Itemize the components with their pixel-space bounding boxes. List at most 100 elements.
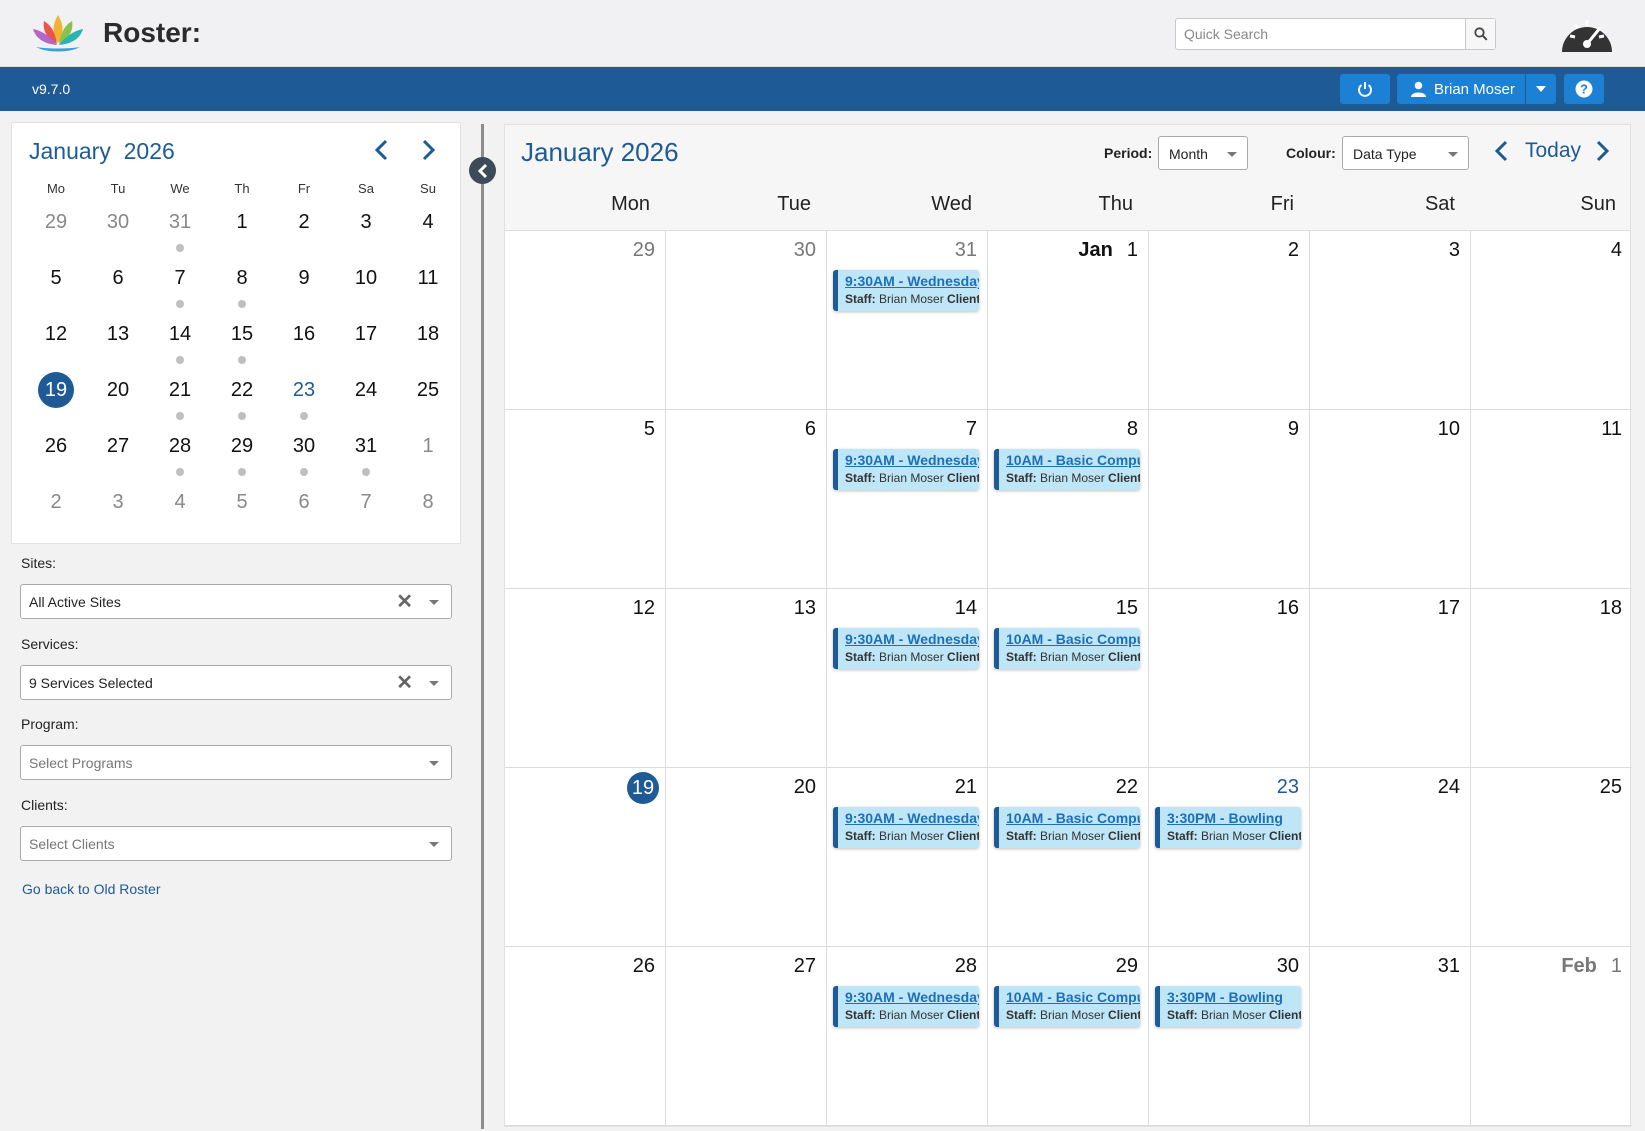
old-roster-link[interactable]: Go back to Old Roster [22, 881, 161, 897]
mini-day-cell[interactable]: 8 [217, 258, 267, 298]
mini-day-cell[interactable]: 11 [403, 258, 453, 298]
mini-day-cell[interactable]: 4 [155, 482, 205, 522]
mini-prev-month-icon[interactable] [374, 139, 388, 161]
day-cell[interactable]: 21 9:30AM - Wednesday Group Staff: Brian M… [827, 768, 988, 947]
mini-day-cell[interactable]: 31 [341, 426, 391, 466]
mini-day-cell[interactable]: 24 [341, 370, 391, 410]
day-cell[interactable]: 7 9:30AM - Wednesday Group Staff: Brian Mo… [827, 410, 988, 589]
mini-day-cell[interactable]: 8 [403, 482, 453, 522]
mini-day-cell[interactable]: 13 [93, 314, 143, 354]
event-title[interactable]: 9:30AM - Wednesday Group [845, 273, 979, 289]
day-cell[interactable]: 18 [1471, 589, 1632, 768]
roster-event[interactable]: 10AM - Basic Computers Staff: Brian Moser… [994, 807, 1140, 848]
mini-day-cell[interactable]: 19 [31, 370, 81, 410]
event-title[interactable]: 9:30AM - Wednesday Group [845, 989, 979, 1005]
clear-services-icon[interactable]: ✕ [396, 673, 413, 693]
mini-day-cell[interactable]: 25 [403, 370, 453, 410]
event-title[interactable]: 10AM - Basic Computers [1006, 810, 1140, 826]
day-cell[interactable]: 16 [1149, 589, 1310, 768]
event-title[interactable]: 9:30AM - Wednesday Group [845, 452, 979, 468]
mini-day-cell[interactable]: 30 [279, 426, 329, 466]
mini-day-cell[interactable]: 23 [279, 370, 329, 410]
day-cell[interactable]: 25 [1471, 768, 1632, 947]
mini-day-cell[interactable]: 5 [217, 482, 267, 522]
mini-day-cell[interactable]: 15 [217, 314, 267, 354]
mini-day-cell[interactable]: 2 [31, 482, 81, 522]
roster-event[interactable]: 9:30AM - Wednesday Group Staff: Brian Mos… [833, 807, 979, 848]
next-month-icon[interactable] [1595, 139, 1611, 163]
event-title[interactable]: 3:30PM - Bowling [1167, 989, 1301, 1005]
period-select[interactable]: Month [1158, 136, 1248, 170]
day-cell[interactable]: 29 10AM - Basic Computers Staff: Brian Mos… [988, 947, 1149, 1126]
day-cell[interactable]: 29 [505, 231, 666, 410]
mini-day-cell[interactable]: 6 [93, 258, 143, 298]
mini-day-cell[interactable]: 20 [93, 370, 143, 410]
mini-day-cell[interactable]: 22 [217, 370, 267, 410]
mini-day-cell[interactable]: 12 [31, 314, 81, 354]
mini-day-cell[interactable]: 16 [279, 314, 329, 354]
clients-select[interactable]: Select Clients [20, 826, 452, 861]
roster-event[interactable]: 9:30AM - Wednesday Group Staff: Brian Mos… [833, 628, 979, 669]
clear-sites-icon[interactable]: ✕ [396, 592, 413, 612]
day-cell[interactable]: 10 [1310, 410, 1471, 589]
mini-day-cell[interactable]: 6 [279, 482, 329, 522]
mini-day-cell[interactable]: 26 [31, 426, 81, 466]
search-button[interactable] [1465, 19, 1495, 49]
day-cell[interactable]: 24 [1310, 768, 1471, 947]
day-cell[interactable]: 4 [1471, 231, 1632, 410]
roster-event[interactable]: 10AM - Basic Computers Staff: Brian Moser… [994, 449, 1140, 490]
sidebar-divider[interactable] [481, 124, 484, 1129]
mini-next-month-icon[interactable] [422, 139, 436, 161]
event-title[interactable]: 10AM - Basic Computers [1006, 631, 1140, 647]
colour-select[interactable]: Data Type [1342, 136, 1469, 170]
day-cell[interactable]: 30 [666, 231, 827, 410]
roster-event[interactable]: 3:30PM - Bowling Staff: Brian Moser Clien… [1155, 807, 1301, 848]
user-dropdown-button[interactable] [1526, 74, 1556, 104]
day-cell[interactable]: 3 [1310, 231, 1471, 410]
roster-event[interactable]: 10AM - Basic Computers Staff: Brian Moser… [994, 986, 1140, 1027]
day-cell[interactable]: 26 [505, 947, 666, 1126]
mini-day-cell[interactable]: 21 [155, 370, 205, 410]
prev-month-icon[interactable] [1493, 139, 1509, 163]
mini-day-cell[interactable]: 30 [93, 202, 143, 242]
day-cell[interactable]: 15 10AM - Basic Computers Staff: Brian Mos… [988, 589, 1149, 768]
sites-select[interactable]: All Active Sites ✕ [20, 584, 452, 619]
day-cell[interactable]: 23 3:30PM - Bowling Staff: Brian Moser Cli… [1149, 768, 1310, 947]
program-select[interactable]: Select Programs [20, 745, 452, 780]
help-button[interactable]: ? [1564, 74, 1604, 104]
mini-day-cell[interactable]: 4 [403, 202, 453, 242]
day-cell[interactable]: 28 9:30AM - Wednesday Group Staff: Brian M… [827, 947, 988, 1126]
day-cell[interactable]: 13 [666, 589, 827, 768]
logout-button[interactable] [1340, 74, 1390, 104]
mini-day-cell[interactable]: 17 [341, 314, 391, 354]
day-cell[interactable]: 19 [505, 768, 666, 947]
day-cell[interactable]: 8 10AM - Basic Computers Staff: Brian Mose… [988, 410, 1149, 589]
mini-day-cell[interactable]: 29 [31, 202, 81, 242]
mini-day-cell[interactable]: 29 [217, 426, 267, 466]
user-menu-button[interactable]: Brian Moser [1397, 74, 1525, 104]
day-cell[interactable]: 17 [1310, 589, 1471, 768]
services-select[interactable]: 9 Services Selected ✕ [20, 665, 452, 700]
event-title[interactable]: 10AM - Basic Computers [1006, 452, 1140, 468]
mini-day-cell[interactable]: 1 [217, 202, 267, 242]
event-title[interactable]: 9:30AM - Wednesday Group [845, 810, 979, 826]
day-cell[interactable]: 11 [1471, 410, 1632, 589]
day-cell[interactable]: 5 [505, 410, 666, 589]
day-cell[interactable]: 6 [666, 410, 827, 589]
day-cell[interactable]: 27 [666, 947, 827, 1126]
roster-event[interactable]: 9:30AM - Wednesday Group Staff: Brian Mos… [833, 986, 979, 1027]
mini-day-cell[interactable]: 5 [31, 258, 81, 298]
mini-day-cell[interactable]: 7 [155, 258, 205, 298]
mini-day-cell[interactable]: 7 [341, 482, 391, 522]
mini-day-cell[interactable]: 14 [155, 314, 205, 354]
roster-event[interactable]: 9:30AM - Wednesday Group Staff: Brian Mos… [833, 449, 979, 490]
event-title[interactable]: 9:30AM - Wednesday Group [845, 631, 979, 647]
mini-day-cell[interactable]: 1 [403, 426, 453, 466]
roster-event[interactable]: 10AM - Basic Computers Staff: Brian Moser… [994, 628, 1140, 669]
day-cell[interactable]: 14 9:30AM - Wednesday Group Staff: Brian M… [827, 589, 988, 768]
day-cell[interactable]: 9 [1149, 410, 1310, 589]
mini-day-cell[interactable]: 18 [403, 314, 453, 354]
mini-day-cell[interactable]: 3 [341, 202, 391, 242]
day-cell[interactable]: 2 [1149, 231, 1310, 410]
roster-event[interactable]: 9:30AM - Wednesday Group Staff: Brian Mos… [833, 270, 979, 311]
